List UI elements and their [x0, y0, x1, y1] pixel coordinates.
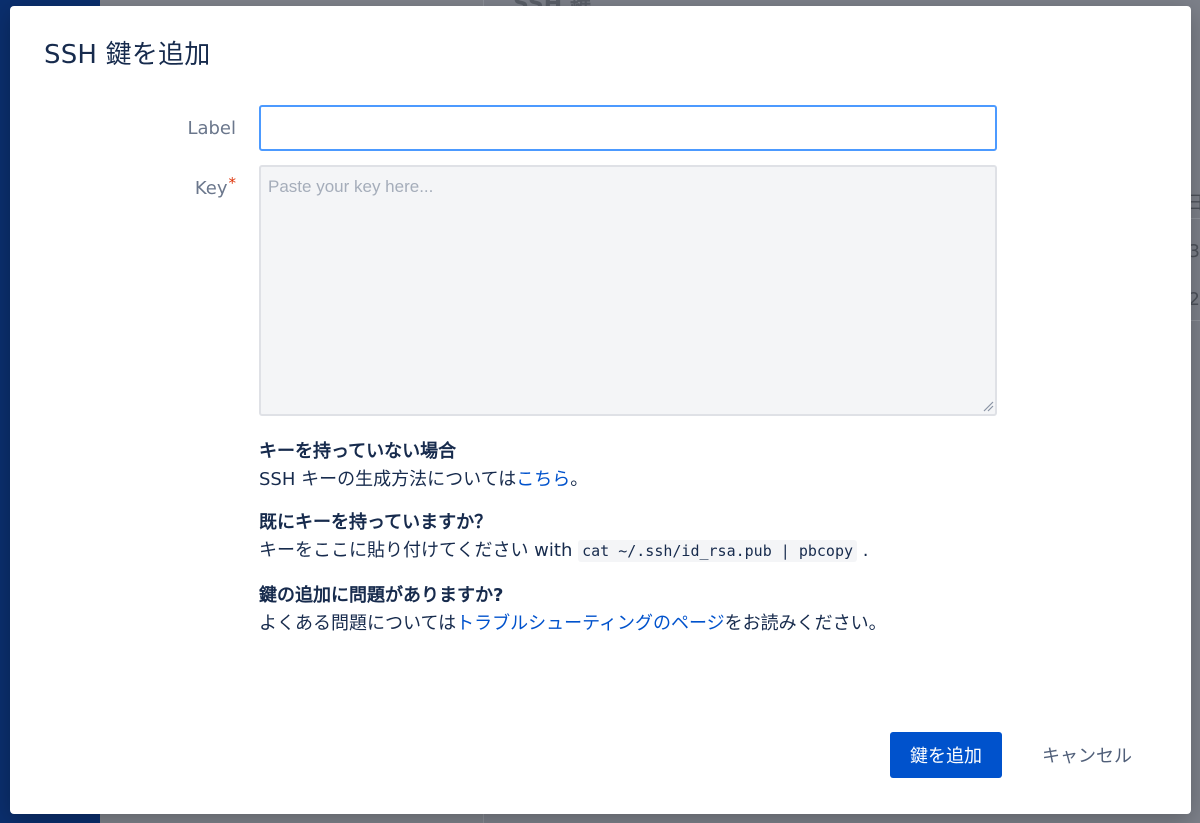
- help-have-key: 既にキーを持っていますか？ キーをここに貼り付けてください with cat ~…: [259, 509, 868, 565]
- add-ssh-key-dialog: SSH 鍵を追加 Label Key* キーを持っていない場合 SSH キーの生…: [10, 6, 1191, 814]
- required-marker: *: [228, 174, 237, 192]
- help-text: キーをここに貼り付けてください with cat ~/.ssh/id_rsa.p…: [259, 537, 868, 565]
- copy-command-code: cat ~/.ssh/id_rsa.pub | pbcopy: [578, 540, 858, 562]
- help-trouble: 鍵の追加に問題がありますか? よくある問題についてはトラブルシューティングのペー…: [259, 582, 887, 638]
- resize-handle-icon[interactable]: [982, 400, 994, 412]
- label-input[interactable]: [259, 105, 997, 151]
- key-field-label: Key*: [194, 174, 236, 199]
- help-text: SSH キーの生成方法についてはこちら。: [259, 466, 588, 494]
- help-text-after: .: [857, 540, 869, 561]
- help-text-after: をお読みください。: [724, 613, 887, 634]
- label-field-label-text: Label: [187, 118, 236, 139]
- help-text-before: SSH キーの生成方法については: [259, 469, 517, 490]
- key-field-label-text: Key: [194, 178, 228, 199]
- help-heading: キーを持っていない場合: [259, 441, 457, 462]
- add-key-button[interactable]: 鍵を追加: [890, 732, 1002, 778]
- troubleshooting-link[interactable]: トラブルシューティングのページ: [456, 613, 725, 634]
- key-textarea[interactable]: [259, 165, 997, 416]
- help-text-before: よくある問題については: [259, 613, 457, 634]
- dialog-title: SSH 鍵を追加: [44, 40, 211, 70]
- help-text: よくある問題についてはトラブルシューティングのページをお読みください。: [259, 610, 887, 638]
- generate-key-link[interactable]: こちら: [516, 469, 570, 490]
- help-text-before: キーをここに貼り付けてください with: [259, 540, 579, 561]
- help-heading: 既にキーを持っていますか？: [259, 512, 493, 533]
- help-heading: 鍵の追加に問題がありますか?: [259, 585, 504, 606]
- help-text-after: 。: [570, 469, 589, 490]
- cancel-button[interactable]: キャンセル: [1022, 732, 1152, 778]
- help-no-key: キーを持っていない場合 SSH キーの生成方法についてはこちら。: [259, 438, 588, 494]
- label-field-label: Label: [187, 118, 236, 139]
